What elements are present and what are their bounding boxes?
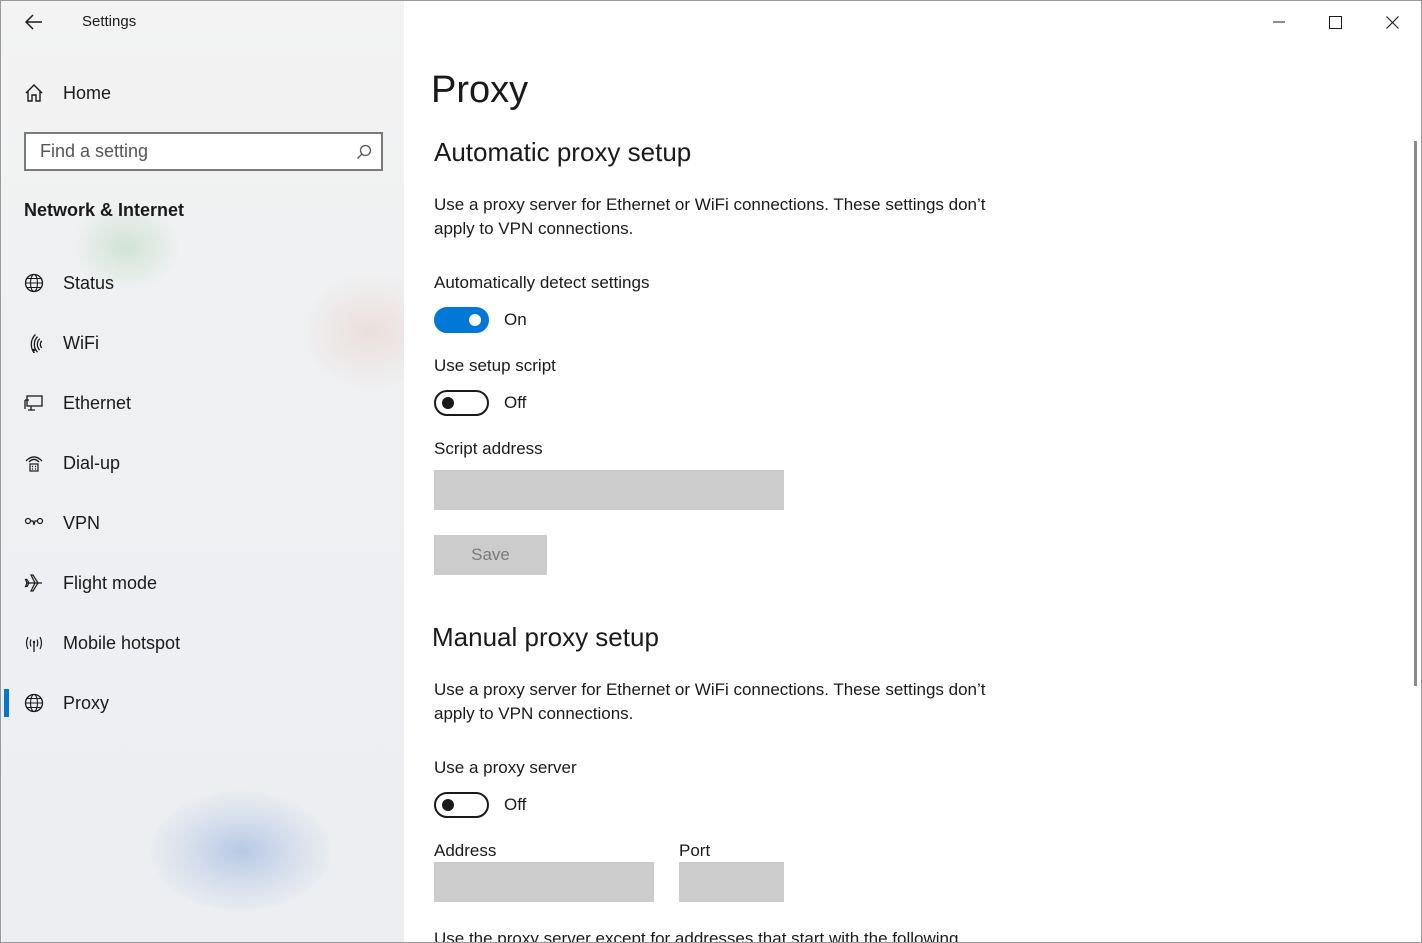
minimize-icon [1272,21,1285,23]
app-title: Settings [82,13,137,30]
search-input[interactable] [26,134,346,169]
manual-proxy-heading: Manual proxy setup [432,622,659,652]
sidebar-backdrop [151,791,331,911]
close-button[interactable] [1364,1,1421,43]
airplane-icon [23,572,45,594]
vpn-icon [23,512,45,534]
back-button[interactable] [21,9,47,35]
use-proxy-label: Use a proxy server [434,758,577,777]
home-icon [23,82,45,104]
section-heading: Network & Internet [24,200,185,220]
sidebar-item-label: Proxy [63,692,110,713]
search-box[interactable] [24,132,383,171]
main-content: Proxy Automatic proxy setup Use a proxy … [404,1,1421,943]
sidebar-item-wifi[interactable]: WiFi [1,321,404,365]
address-label: Address [434,841,497,860]
sidebar-item-label: Flight mode [63,572,158,593]
toggle-state-label: Off [504,393,527,412]
sidebar-item-label: VPN [63,512,101,533]
back-arrow-icon [25,14,42,30]
globe-status-icon [23,272,45,294]
save-button[interactable]: Save [434,535,547,575]
setup-script-label: Use setup script [434,356,556,375]
automatic-proxy-heading: Automatic proxy setup [434,137,692,167]
sidebar-item-label: Ethernet [63,392,132,413]
wifi-icon [23,332,45,354]
port-field[interactable] [679,862,784,902]
minimize-button[interactable] [1250,1,1307,43]
sidebar-item-label: Home [63,82,112,103]
scrollbar[interactable] [1414,141,1417,686]
script-address-field[interactable] [434,470,784,510]
sidebar: Settings Home Network & Internet Status [1,1,404,942]
auto-detect-toggle[interactable] [434,307,489,333]
maximize-icon [1329,15,1342,29]
use-proxy-row: Off [434,792,526,818]
sidebar-item-label: Dial-up [63,452,121,473]
dial-up-icon [23,452,45,474]
globe-icon [23,692,45,714]
toggle-state-label: On [504,310,527,329]
auto-detect-row: On [434,307,527,333]
exceptions-description: Use the proxy server except for addresse… [434,929,959,943]
sidebar-item-label: Mobile hotspot [63,632,181,653]
settings-window: Settings Home Network & Internet Status [0,0,1422,943]
sidebar-item-proxy[interactable]: Proxy [1,681,404,725]
sidebar-item-mobile-hotspot[interactable]: Mobile hotspot [1,621,404,665]
setup-script-toggle[interactable] [434,390,489,416]
hotspot-icon [23,632,45,654]
page-title: Proxy [431,69,529,111]
sidebar-item-vpn[interactable]: VPN [1,501,404,545]
toggle-knob [469,314,481,326]
automatic-proxy-description: Use a proxy server for Ethernet or WiFi … [434,195,986,238]
address-field[interactable] [434,862,654,902]
sidebar-item-label: Status [63,272,115,293]
sidebar-item-label: WiFi [63,332,99,353]
active-indicator [4,689,9,717]
sidebar-item-flight-mode[interactable]: Flight mode [1,561,404,605]
sidebar-item-home[interactable]: Home [1,71,404,115]
ethernet-icon [23,392,45,414]
port-label: Port [679,841,711,860]
manual-proxy-description: Use a proxy server for Ethernet or WiFi … [434,680,986,723]
script-address-label: Script address [434,439,543,458]
sidebar-item-ethernet[interactable]: Ethernet [1,381,404,425]
sidebar-item-dial-up[interactable]: Dial-up [1,441,404,485]
auto-detect-label: Automatically detect settings [434,273,650,292]
maximize-button[interactable] [1307,1,1364,43]
sidebar-item-status[interactable]: Status [1,261,404,305]
close-icon [1386,15,1399,29]
toggle-state-label: Off [504,795,527,814]
search-icon[interactable] [356,144,372,160]
window-controls [1250,1,1421,43]
toggle-knob [442,397,454,409]
toggle-knob [442,799,454,811]
setup-script-row: Off [434,390,526,416]
use-proxy-toggle[interactable] [434,792,489,818]
